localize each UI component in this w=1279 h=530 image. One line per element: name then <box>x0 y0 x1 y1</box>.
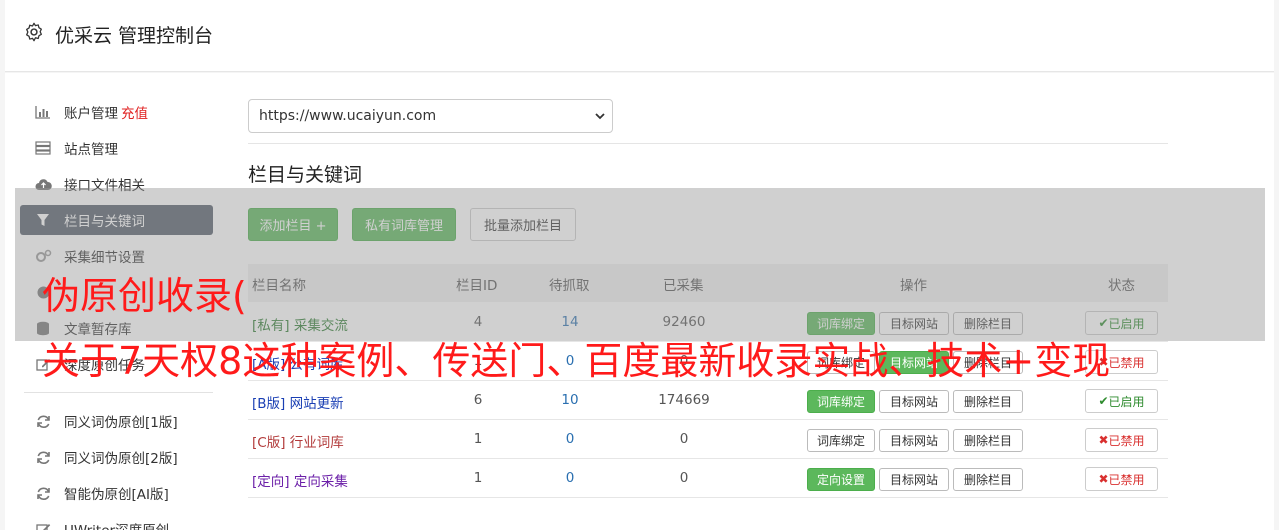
gear-icon <box>26 22 42 42</box>
column-id: 1 <box>473 470 483 486</box>
status-toggle[interactable]: ✖ 已禁用 <box>1085 467 1158 491</box>
collected-count: 0 <box>679 431 689 447</box>
sidebar-item-label: 站点管理 <box>64 142 118 158</box>
section-title: 栏目与关键词 <box>248 164 363 186</box>
sidebar-item-account[interactable]: 账户管理 充值 <box>20 97 213 127</box>
status-toggle[interactable]: ✖ 已禁用 <box>1085 428 1158 452</box>
column-name[interactable]: [B版] 网站更新 <box>252 392 344 412</box>
column-name[interactable]: [定向] 定向采集 <box>252 470 348 490</box>
overlay-subline: 关于7天权8这种案例、传送门、百度最新收录实战、技术+变现 <box>42 339 1111 383</box>
pending-count[interactable]: 0 <box>540 431 600 447</box>
status-label: 已禁用 <box>1108 433 1145 448</box>
refresh-icon <box>34 484 52 502</box>
table-row: [定向] 定向采集 1 0 0 定向设置 目标网站 删除栏目 ✖ 已禁用 <box>248 459 1168 498</box>
pending-count[interactable]: 0 <box>540 470 600 486</box>
overlay-headline: 伪原创收录( <box>42 274 247 318</box>
table-row: [B版] 网站更新 6 10 174669 词库绑定 目标网站 删除栏目 ✔ 已启… <box>248 381 1168 420</box>
bind-lexicon-button[interactable]: 词库绑定 <box>807 390 875 413</box>
column-name[interactable]: [C版] 行业词库 <box>252 431 344 451</box>
sidebar-item-sites[interactable]: 站点管理 <box>20 133 213 163</box>
status-label: 已禁用 <box>1108 472 1145 487</box>
sidebar-item-ai-rewrite[interactable]: 智能伪原创[AI版] <box>20 478 213 508</box>
site-select[interactable]: https://www.ucaiyun.com <box>248 99 613 133</box>
target-site-button[interactable]: 目标网站 <box>879 429 949 452</box>
column-id: 1 <box>473 431 483 447</box>
sidebar-item-label: 同义词伪原创[2版] <box>64 451 178 467</box>
status-toggle[interactable]: ✔ 已启用 <box>1085 389 1158 413</box>
collected-count: 0 <box>679 470 689 486</box>
sidebar-item-label: 同义词伪原创[1版] <box>64 415 178 431</box>
column-id: 6 <box>473 392 483 408</box>
sidebar-item-synonym-v2[interactable]: 同义词伪原创[2版] <box>20 442 213 472</box>
refresh-icon <box>34 412 52 430</box>
app-title: 优采云 管理控制台 <box>55 25 214 47</box>
recharge-link[interactable]: 充值 <box>121 102 148 122</box>
edit-icon <box>34 520 52 530</box>
sidebar-item-synonym-v1[interactable]: 同义词伪原创[1版] <box>20 406 213 436</box>
directed-settings-button[interactable]: 定向设置 <box>807 468 875 491</box>
sidebar-divider <box>24 392 213 393</box>
target-site-button[interactable]: 目标网站 <box>879 390 949 413</box>
x-icon: ✖ <box>1098 433 1109 447</box>
sidebar-item-label: 智能伪原创[AI版] <box>64 487 169 503</box>
table-row: [C版] 行业词库 1 0 0 词库绑定 目标网站 删除栏目 ✖ 已禁用 <box>248 420 1168 459</box>
app-header: 优采云 管理控制台 <box>5 0 1274 72</box>
bar-chart-icon <box>34 103 52 121</box>
server-icon <box>34 139 52 157</box>
status-label: 已禁用 <box>1108 355 1145 370</box>
refresh-icon <box>34 448 52 466</box>
sidebar-item-label: UWriter深度原创 <box>64 519 169 530</box>
x-icon: ✖ <box>1098 472 1109 486</box>
status-label: 已启用 <box>1108 394 1145 409</box>
sidebar-item-label: 账户管理 <box>64 106 118 122</box>
delete-column-button[interactable]: 删除栏目 <box>953 468 1023 491</box>
delete-column-button[interactable]: 删除栏目 <box>953 390 1023 413</box>
site-select-value: https://www.ucaiyun.com <box>259 108 437 124</box>
bind-lexicon-button[interactable]: 词库绑定 <box>807 429 875 452</box>
collected-count: 174669 <box>658 392 710 408</box>
delete-column-button[interactable]: 删除栏目 <box>953 429 1023 452</box>
check-icon: ✔ <box>1098 394 1109 408</box>
divider <box>248 143 1168 144</box>
chevron-down-icon <box>595 113 605 120</box>
target-site-button[interactable]: 目标网站 <box>879 468 949 491</box>
pending-count[interactable]: 10 <box>540 392 600 408</box>
sidebar-item-uwriter[interactable]: UWriter深度原创 <box>20 514 213 530</box>
